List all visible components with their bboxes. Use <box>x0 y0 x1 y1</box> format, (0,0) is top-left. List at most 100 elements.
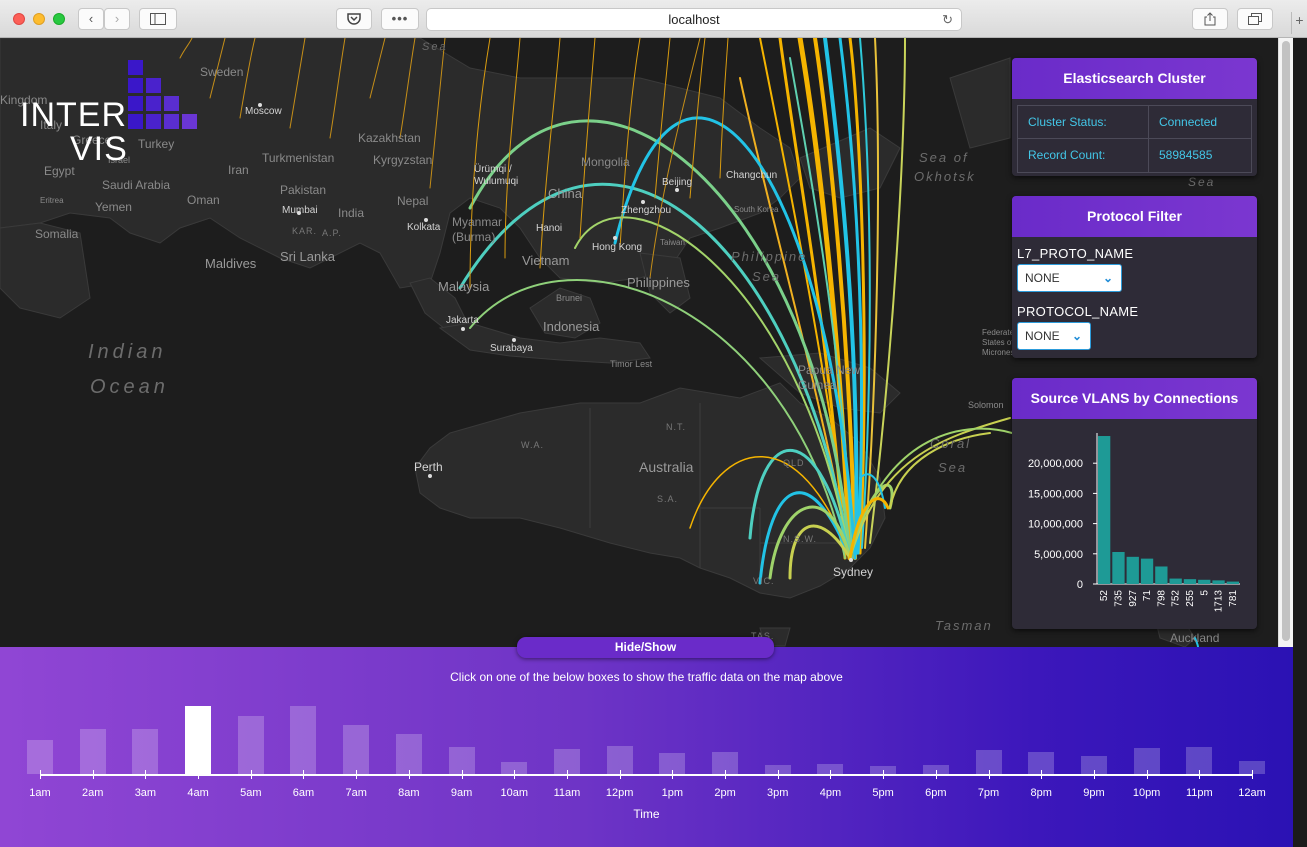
protocol-name-select[interactable]: NONE ⌄ <box>1017 322 1091 350</box>
timeline-tick-label: 11am <box>553 787 581 799</box>
city-dot-jakarta <box>461 327 465 331</box>
label-iran: Iran <box>228 163 249 177</box>
city-dot-perth <box>428 474 432 478</box>
label-wa: W.A. <box>521 440 545 450</box>
label-okhotsk: Okhotsk <box>914 169 976 184</box>
back-button[interactable]: ‹ <box>78 8 104 30</box>
timeline-bar-6am[interactable] <box>290 706 317 774</box>
close-window-button[interactable] <box>13 13 25 25</box>
logo-square <box>146 78 161 93</box>
more-options-button[interactable]: ••• <box>381 8 419 30</box>
label-tasman: Tasman <box>935 618 993 633</box>
label-nsw: N.S.W. <box>783 534 818 544</box>
timeline-bar-4am[interactable] <box>185 706 212 774</box>
label-pakistan: Pakistan <box>280 183 327 197</box>
logo-square <box>146 114 161 129</box>
protocol-name-value: NONE <box>1025 329 1060 343</box>
label-coral: Coral <box>930 436 972 451</box>
l7-proto-value: NONE <box>1025 271 1060 285</box>
hide-show-button[interactable]: Hide/Show <box>517 637 774 658</box>
label-solomon: Solomon <box>968 400 1004 410</box>
table-row: Record Count: 58984585 <box>1018 139 1251 172</box>
timeline-tick-label: 11pm <box>1185 787 1213 799</box>
label-top-sea: Sea <box>422 41 448 53</box>
label-myanmar: Myanmar (Burma) <box>452 215 503 244</box>
timeline-bar-8am[interactable] <box>395 733 422 774</box>
vlan-bar[interactable] <box>1226 581 1239 584</box>
timeline-bar-5am[interactable] <box>237 715 264 774</box>
timeline-tick-label: 3am <box>134 787 157 799</box>
vlan-bar[interactable] <box>1169 578 1182 584</box>
timeline-tick-label: 1pm <box>661 787 684 799</box>
vlan-y-tick-label: 5,000,000 <box>1034 549 1083 561</box>
vlan-bar[interactable] <box>1183 579 1197 584</box>
vlan-x-tick-label: 1713 <box>1214 590 1225 613</box>
intervis-logo: INTER VIS <box>20 98 128 166</box>
city-dot-hong-kong <box>613 236 617 240</box>
vlan-bar[interactable] <box>1112 551 1125 584</box>
vlan-bar[interactable] <box>1140 558 1154 584</box>
timeline-tick-label: 10am <box>500 787 529 799</box>
timeline-tick-label: 8pm <box>1030 787 1052 799</box>
label-surabaya: Surabaya <box>490 343 533 354</box>
zoom-window-button[interactable] <box>53 13 65 25</box>
protocol-panel-title: Protocol Filter <box>1012 196 1257 237</box>
timeline-bar-2am[interactable] <box>79 728 106 774</box>
label-ocean: Ocean <box>90 376 169 398</box>
timeline-tick-label: 9am <box>450 787 473 799</box>
reload-icon[interactable]: ↻ <box>942 9 953 30</box>
label-oman: Oman <box>187 193 220 207</box>
scrollbar-thumb[interactable] <box>1282 41 1290 641</box>
share-button[interactable] <box>1192 8 1228 30</box>
vlan-bar[interactable] <box>1155 566 1168 584</box>
label-auckland: Auckland <box>1170 631 1220 645</box>
logo-square <box>128 60 143 75</box>
label-philippines: Philippines <box>627 275 690 290</box>
cluster-status-value: Connected <box>1159 115 1218 129</box>
chevron-down-icon: ⌄ <box>1102 271 1113 285</box>
logo-square <box>182 114 197 129</box>
timeline-bar-7am[interactable] <box>343 724 370 774</box>
timeline-tick-label: 7pm <box>977 787 1000 799</box>
label-philippine-sea: Sea <box>752 269 782 284</box>
vlan-x-tick-label: 52 <box>1099 590 1110 602</box>
label-papua-new-guinea: Papua New Guinea <box>798 363 861 392</box>
tabs-overview-button[interactable] <box>1237 8 1273 30</box>
city-dot-sydney <box>849 558 853 562</box>
timeline-tick-label: 1am <box>29 787 51 799</box>
table-row: Cluster Status: Connected <box>1018 106 1251 139</box>
vlan-bar[interactable] <box>1098 436 1111 584</box>
logo-square <box>146 96 161 111</box>
address-bar[interactable]: localhost ↻ <box>426 8 962 31</box>
label-vic: VIC. <box>753 576 775 586</box>
label-philippine: Philippine <box>731 249 808 264</box>
logo-square <box>128 114 143 129</box>
vlan-x-tick-label: 927 <box>1128 590 1139 607</box>
record-count-value: 58984585 <box>1159 148 1213 162</box>
vlan-x-tick-label: 752 <box>1171 590 1182 607</box>
label-coral-sea: Sea <box>938 460 968 475</box>
label-hong-kong: Hong Kong <box>592 242 643 253</box>
cluster-panel-title: Elasticsearch Cluster <box>1012 58 1257 99</box>
timeline-bar-1am[interactable] <box>27 739 53 774</box>
vlan-x-tick-label: 735 <box>1113 590 1124 607</box>
vlan-bar[interactable] <box>1126 556 1139 584</box>
vlan-bar[interactable] <box>1198 579 1211 584</box>
minimize-window-button[interactable] <box>33 13 45 25</box>
timeline-tick-label: 7am <box>345 787 367 799</box>
pocket-button[interactable] <box>336 8 372 30</box>
l7-proto-select[interactable]: NONE ⌄ <box>1017 264 1122 292</box>
share-icon <box>1204 12 1216 26</box>
label-zhengzhou: Zhengzhou <box>621 205 672 216</box>
timeline-bar-3am[interactable] <box>132 728 159 774</box>
label-mumbai: Mumbai <box>282 205 318 216</box>
label-malaysia: Malaysia <box>438 279 490 294</box>
pocket-icon <box>347 13 361 25</box>
timeline-tick-label: 9pm <box>1083 787 1105 799</box>
timeline-tick-label: 6pm <box>925 787 947 799</box>
new-tab-button[interactable]: + <box>1291 12 1307 34</box>
browser-toolbar: ‹ › ••• localhost ↻ + <box>0 0 1307 38</box>
sidebar-toggle-button[interactable] <box>139 8 177 30</box>
forward-button[interactable]: › <box>104 8 130 30</box>
vlan-bar[interactable] <box>1212 580 1225 584</box>
